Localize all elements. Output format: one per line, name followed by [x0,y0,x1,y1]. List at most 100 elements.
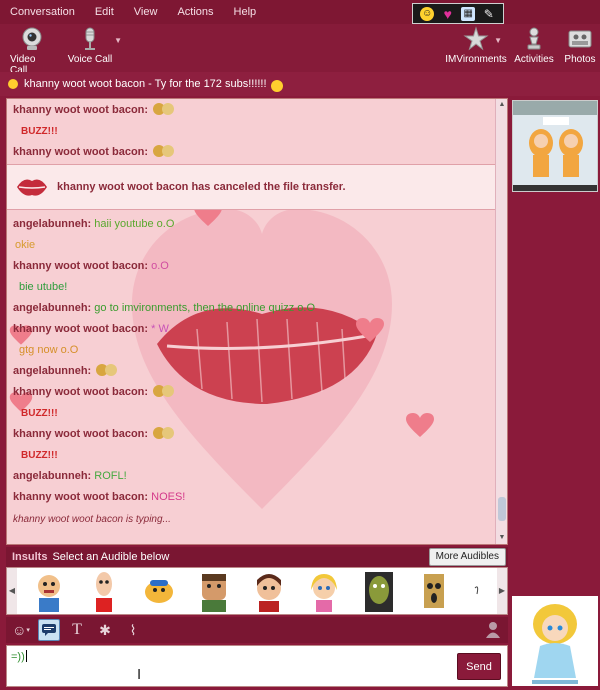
chat-message: khanny woot woot bacon: [7,424,501,445]
chevron-down-icon[interactable]: ▼ [114,36,122,45]
quick-access-bar: ☺ ♥ ▦ ✎ [412,3,504,24]
audible-face-icon[interactable] [306,570,342,612]
microphone-icon [85,27,95,50]
audible-face-icon[interactable] [251,570,287,612]
imvironments-label: IMVironments [445,54,507,65]
message-text: gtg now o.O [19,344,79,356]
message-sender: angelabunneh: [13,365,92,377]
chat-message: angelabunneh: ROFL! [7,466,501,487]
chat-message: khanny woot woot bacon: [7,100,501,121]
file-transfer-notice: khanny woot woot bacon has canceled the … [7,164,501,210]
toolbar: Video Call Voice Call ▼ IMVironments ▼ A… [0,24,600,76]
audible-face-icon[interactable] [141,570,177,612]
menu-view[interactable]: View [124,0,168,24]
wrench-icon[interactable]: ✎ [482,7,496,21]
bug-icon[interactable]: ✱ [94,619,116,641]
message-sender: khanny woot woot bacon: [13,146,149,158]
message-sender: khanny woot woot bacon: [13,104,149,116]
emoticon-icon [162,427,175,439]
my-avatar[interactable] [512,596,598,686]
text-format-icon[interactable]: T [66,619,88,641]
chat-message: khanny woot woot bacon: o.O [7,256,501,277]
chat-message: angelabunneh: [7,361,501,382]
avatar-icon [512,596,598,686]
message-input[interactable]: =)) [11,650,27,663]
file-transfer-notice-text: khanny woot woot bacon has canceled the … [57,181,346,193]
audible-face-icon[interactable] [196,570,232,612]
room-avatars-icon [513,101,597,191]
room-preview[interactable] [512,100,598,192]
photos-button[interactable]: Photos [562,24,598,65]
audible-face-icon[interactable] [31,570,67,612]
message-text: go to imvironments, then the online quiz… [94,302,316,314]
message-text: o.O [151,260,169,272]
menu-bar: Conversation Edit View Actions Help [0,0,600,24]
grin-emoticon-icon [270,80,283,92]
chat-message: okie [7,235,501,256]
chat-message: BUZZ!!! [7,121,501,142]
video-call-button[interactable]: Video Call [10,24,54,76]
photos-icon [568,30,592,48]
voice-call-label: Voice Call [67,54,113,65]
message-sender: angelabunneh: [13,470,92,482]
emoticon-icon [105,364,118,376]
chat-bubble-icon[interactable] [38,619,60,641]
message-input-area[interactable]: =)) Ⅰ Send [6,645,508,687]
message-text: * W [151,323,169,335]
chat-message: angelabunneh: go to imvironments, then t… [7,298,501,319]
chat-message: gtg now o.O [7,340,501,361]
audible-category[interactable]: Insults [12,551,47,563]
message-sender: khanny woot woot bacon: [13,386,149,398]
activities-label: Activities [514,54,554,65]
chat-message: khanny woot woot bacon: * W [7,319,501,340]
chat-message: khanny woot woot bacon: [7,142,501,163]
online-status-icon [8,79,18,89]
audibles-header: Insults Select an Audible below More Aud… [6,547,508,567]
more-audibles-button[interactable]: More Audibles [428,548,506,566]
message-text: okie [15,239,36,251]
input-toolbar: ☺ ▾ T ✱ ⌇ [6,617,508,643]
emoticon-icon [162,145,175,157]
chat-message: khanny woot woot bacon: NOES! [7,487,501,508]
chat-history[interactable]: khanny woot woot bacon: BUZZ!!! khanny w… [6,98,508,545]
message-sender: angelabunneh: [13,302,92,314]
scroll-down-icon[interactable]: ▼ [496,532,507,544]
audible-face-icon[interactable] [416,570,452,612]
emoticon-picker-icon[interactable]: ☺ ▾ [10,619,32,641]
chevron-left-icon[interactable]: ◀ [7,568,17,614]
message-text: ROFL! [94,470,127,482]
contact-status-text: khanny woot woot bacon - Ty for the 172 … [24,78,267,90]
star-sparkle-icon [463,26,489,51]
voice-call-button[interactable]: Voice Call ▼ [66,24,122,65]
chevron-down-icon[interactable]: ▼ [494,36,502,45]
message-sender: khanny woot woot bacon: [13,323,149,335]
chat-message: khanny woot woot bacon: [7,382,501,403]
smiley-icon[interactable]: ☺ [420,6,435,21]
chevron-right-icon[interactable]: ▶ [497,568,507,614]
menu-conversation[interactable]: Conversation [0,0,85,24]
scroll-up-icon[interactable]: ▲ [496,99,507,111]
imvironments-button[interactable]: IMVironments ▼ [445,24,507,65]
paperclip-icon[interactable]: ⌇ [122,619,144,641]
chess-pawn-icon [527,27,541,50]
audible-face-icon[interactable] [471,570,483,612]
text-caret [25,650,27,662]
person-icon[interactable] [484,621,502,639]
menu-edit[interactable]: Edit [85,0,124,24]
photos-label: Photos [564,54,596,65]
message-sender: angelabunneh: [13,218,92,230]
audible-face-icon[interactable] [361,570,397,612]
chat-scrollbar[interactable]: ▲ ▼ [495,99,507,544]
audible-face-icon[interactable] [86,570,122,612]
calendar-icon[interactable]: ▦ [461,6,476,21]
chat-message: bie utube! [7,277,501,298]
room-name-strip [513,185,597,191]
menu-actions[interactable]: Actions [167,0,223,24]
menu-help[interactable]: Help [224,0,267,24]
chat-message: angelabunneh: haii youtube o.O [7,214,501,235]
send-button[interactable]: Send [457,653,501,680]
scrollbar-thumb[interactable] [498,497,506,521]
ibeam-cursor-icon: Ⅰ [137,666,142,682]
activities-button[interactable]: Activities [514,24,554,65]
heart-icon[interactable]: ♥ [441,7,455,21]
